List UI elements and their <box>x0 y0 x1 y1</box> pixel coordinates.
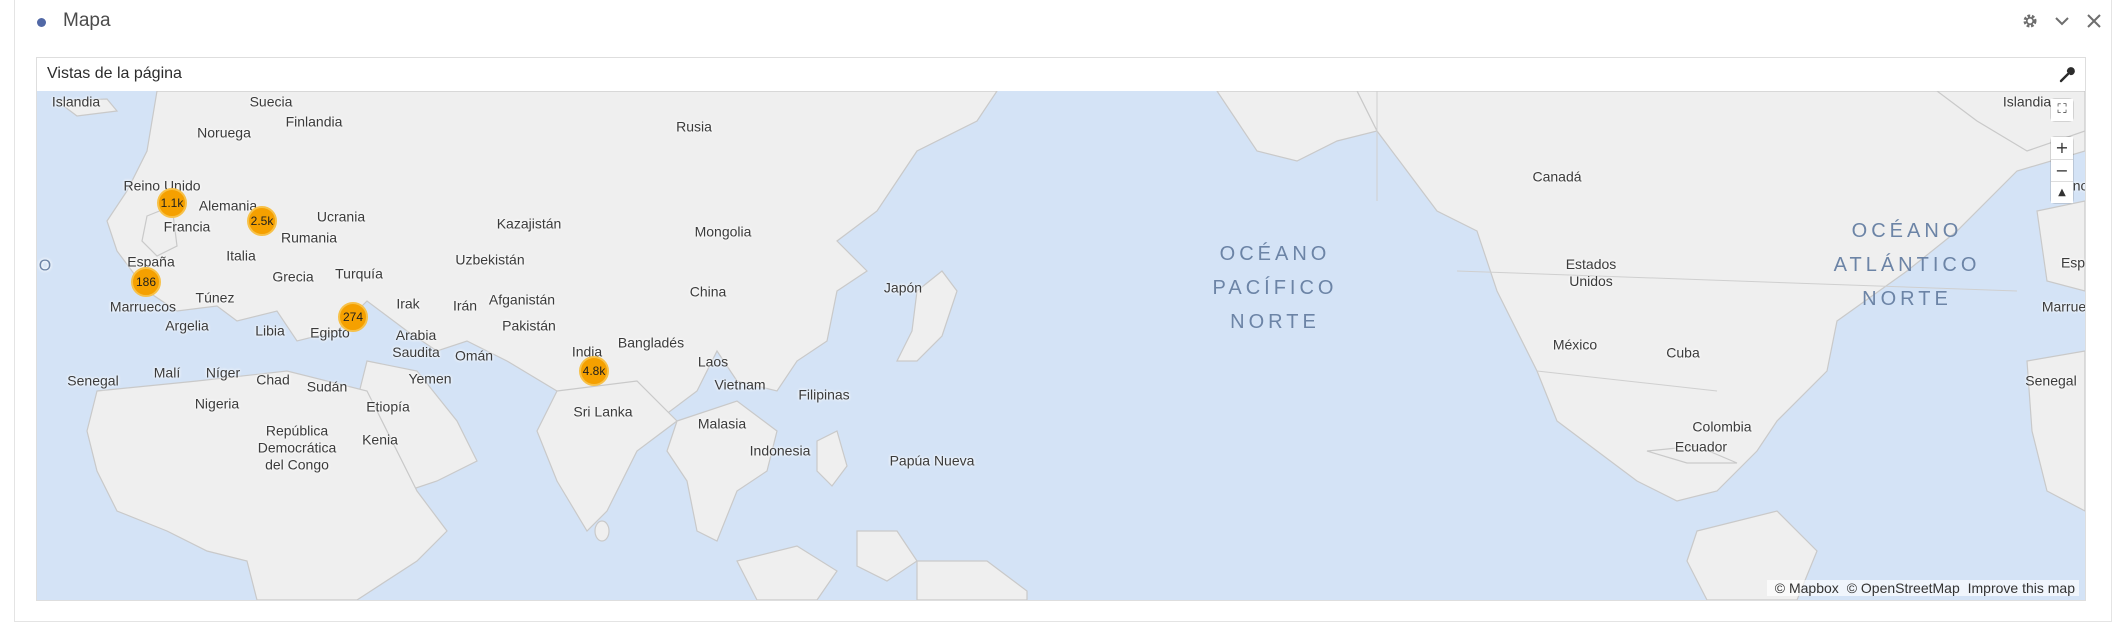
map-label-indonesia: Indonesia <box>749 442 811 459</box>
visualization-header: Vistas de la página <box>37 58 2085 92</box>
map-label-filipinas: Filipinas <box>798 386 850 403</box>
map-label-malasia: Malasia <box>697 415 747 432</box>
cluster-marker-spain[interactable]: 186 <box>131 267 161 297</box>
map-label-niger: Níger <box>205 364 241 381</box>
map-label-rdc: República Democrática del Congo <box>257 422 337 473</box>
map-label-libia: Libia <box>255 322 285 339</box>
map-label-mali: Malí <box>153 364 181 381</box>
map-label-noruega: Noruega <box>197 124 251 141</box>
world-map[interactable]: Islandia Suecia Finlandia Noruega Rusia … <box>37 91 2085 600</box>
visualization-title: Vistas de la página <box>47 65 182 82</box>
map-label-papua: Papúa Nueva <box>889 452 975 469</box>
map-label-italia: Italia <box>226 247 256 264</box>
map-label-mongolia: Mongolia <box>694 223 752 240</box>
panel-title: Mapa <box>63 10 111 31</box>
cluster-marker-india[interactable]: 4.8k <box>579 356 609 386</box>
map-label-tunez: Túnez <box>195 289 235 306</box>
map-label-nigeria: Nigeria <box>194 395 240 412</box>
map-label-irak: Irak <box>396 295 420 312</box>
map-label-suecia: Suecia <box>249 93 293 110</box>
map-label-senegal-w: Senegal <box>67 372 119 389</box>
map-label-banglades: Bangladés <box>617 334 685 351</box>
zoom-in-button[interactable]: + <box>2051 137 2073 159</box>
map-label-oman: Omán <box>454 347 494 364</box>
close-icon[interactable] <box>2083 10 2105 32</box>
map-label-vietnam: Vietnam <box>714 376 766 393</box>
cluster-marker-central-europe[interactable]: 2.5k <box>247 206 277 236</box>
map-label-marrue-e: Marrue <box>2041 298 2085 315</box>
map-label-eeuu: Estados Unidos <box>1565 256 1617 289</box>
cluster-marker-israel[interactable]: 274 <box>338 302 368 332</box>
map-label-chad: Chad <box>256 371 290 388</box>
map-label-japon: Japón <box>883 279 923 296</box>
panel-status-dot <box>37 18 46 27</box>
map-visualization: Vistas de la página Islandia Suecia Finl… <box>36 57 2086 601</box>
map-label-canada: Canadá <box>1532 168 1582 185</box>
map-label-rumania: Rumania <box>280 229 338 246</box>
chevron-down-icon[interactable] <box>2051 10 2073 32</box>
map-label-kazajistan: Kazajistán <box>496 215 562 232</box>
fullscreen-control: ⛶ <box>2051 99 2073 121</box>
map-label-ucrania: Ucrania <box>316 208 366 225</box>
map-label-o-left: O <box>38 257 52 275</box>
map-label-yemen: Yemen <box>408 370 452 387</box>
map-label-senegal-e: Senegal <box>2025 372 2077 389</box>
map-panel: Mapa Vistas de la página Islandia Suecia… <box>14 0 2112 622</box>
map-label-esp-e: Esp <box>2060 254 2085 271</box>
map-label-cuba: Cuba <box>1666 344 1700 361</box>
map-label-francia: Francia <box>163 218 211 235</box>
map-label-iran: Irán <box>452 297 478 314</box>
panel-header-actions <box>2019 10 2105 32</box>
map-label-mexico: México <box>1552 336 1598 353</box>
map-label-sudan: Sudán <box>306 378 348 395</box>
mapbox-attribution-link[interactable]: © Mapbox <box>1775 580 1839 596</box>
compass-button[interactable]: ▲ <box>2051 181 2073 203</box>
ocean-label-atlantico: OCÉANO ATLÁNTICO NORTE <box>1833 220 1981 310</box>
ocean-label-pacifico: OCÉANO PACÍFICO NORTE <box>1212 243 1338 333</box>
map-label-colombia: Colombia <box>1692 418 1752 435</box>
map-label-sri-lanka: Sri Lanka <box>573 403 633 420</box>
improve-map-link[interactable]: Improve this map <box>1968 580 2075 596</box>
map-label-argelia: Argelia <box>165 317 209 334</box>
map-label-kenia: Kenia <box>362 431 398 448</box>
fullscreen-button[interactable]: ⛶ <box>2051 99 2073 121</box>
wrench-icon[interactable] <box>2057 64 2077 84</box>
map-label-grecia: Grecia <box>272 268 314 285</box>
map-label-uzbekistan: Uzbekistán <box>455 251 525 268</box>
cluster-marker-uk[interactable]: 1.1k <box>157 188 187 218</box>
map-label-arabia: Arabia Saudita <box>392 327 440 360</box>
land-masses <box>55 91 2085 600</box>
map-label-ecuador: Ecuador <box>1674 438 1728 455</box>
map-label-china: China <box>689 283 727 300</box>
osm-attribution-link[interactable]: © OpenStreetMap <box>1847 580 1960 596</box>
map-label-turquia: Turquía <box>335 265 383 282</box>
map-attribution: © Mapbox © OpenStreetMap Improve this ma… <box>1766 580 2079 596</box>
map-label-rusia: Rusia <box>676 118 712 135</box>
map-label-pakistan: Pakistán <box>502 317 556 334</box>
map-label-etiopia: Etiopía <box>366 398 410 415</box>
map-label-islandia-w: Islandia <box>51 93 101 110</box>
map-label-laos: Laos <box>697 353 729 370</box>
zoom-control: + − ▲ <box>2051 137 2073 203</box>
gear-icon[interactable] <box>2019 10 2041 32</box>
map-label-afganistan: Afganistán <box>488 291 556 308</box>
map-label-finlandia: Finlandia <box>285 113 343 130</box>
zoom-out-button[interactable]: − <box>2051 159 2073 181</box>
map-label-marruecos: Marruecos <box>109 298 177 315</box>
map-label-islandia-e: Islandia <box>2002 93 2052 110</box>
